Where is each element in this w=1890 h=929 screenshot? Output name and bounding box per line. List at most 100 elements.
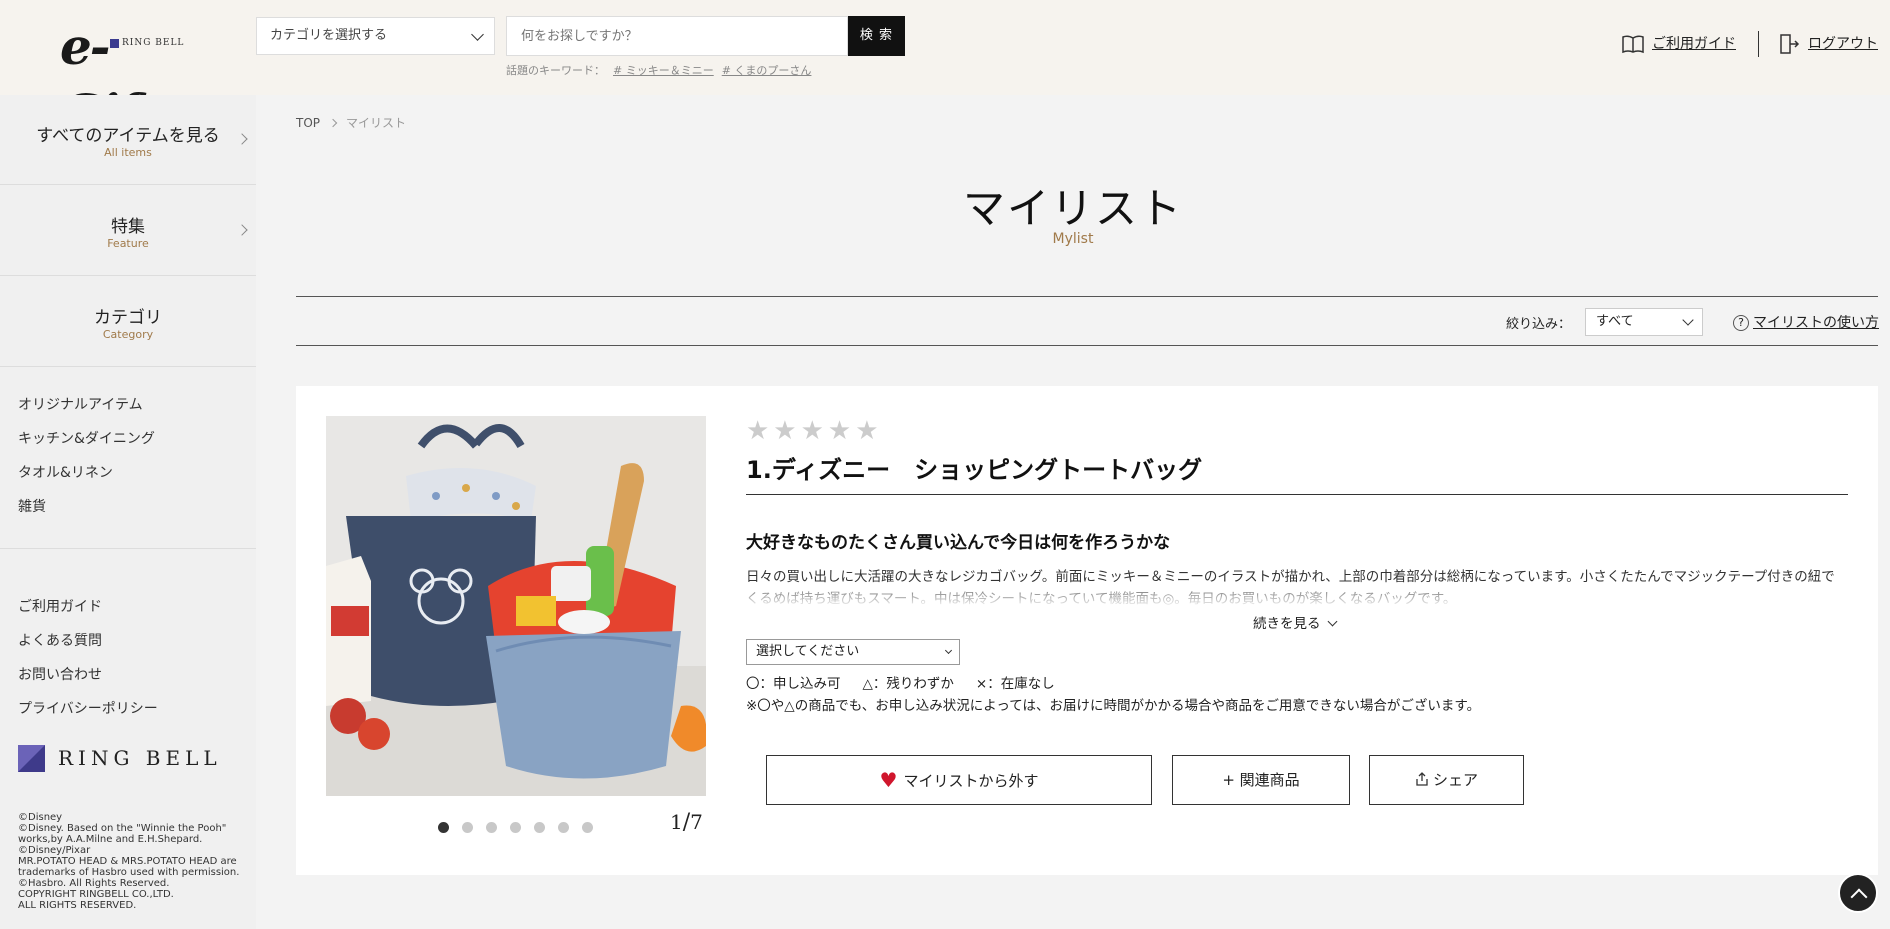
image-counter-total: 7 <box>690 810 703 834</box>
copyright-line: ©Disney. Based on the "Winnie the Pooh" … <box>18 823 227 845</box>
filter-top-divider <box>296 296 1878 297</box>
share-icon <box>1416 772 1428 786</box>
sidebar-item-label: カテゴリ <box>94 308 162 328</box>
product-title: 1.ディズニー ショッピングトートバッグ <box>746 456 1203 484</box>
filter-select[interactable]: すべて <box>1585 308 1703 336</box>
read-more-label: 続きを見る <box>1253 616 1321 632</box>
info-link-privacy[interactable]: プライバシーポリシー <box>18 692 158 726</box>
tote-bag-illustration <box>326 416 706 796</box>
legend-out-of-stock: ×：在庫なし <box>975 676 1055 692</box>
carousel-dot[interactable] <box>558 822 569 833</box>
carousel-dot[interactable] <box>582 822 593 833</box>
chevron-down-icon <box>471 28 484 41</box>
legend-available: 〇：申し込み可 <box>746 676 841 692</box>
logout-link-label: ログアウト <box>1808 36 1878 52</box>
breadcrumb-home[interactable]: TOP <box>296 116 320 130</box>
carousel-dot[interactable] <box>486 822 497 833</box>
keyword-link[interactable]: # くまのプーさん <box>722 64 812 77</box>
ringbell-logo-mark <box>18 745 45 772</box>
filter-bottom-divider <box>296 345 1878 346</box>
sidebar-divider <box>0 548 256 549</box>
trending-keywords: 話題のキーワード： # ミッキー＆ミニー # くまのプーさん <box>506 62 811 78</box>
category-link-towel[interactable]: タオル&リネン <box>18 456 155 490</box>
ringbell-logo-text: RING BELL <box>58 746 222 770</box>
chevron-right-icon <box>328 118 338 128</box>
logo-brand-text: RING BELL <box>122 38 185 48</box>
title-divider <box>746 494 1848 495</box>
search-button[interactable]: 検 索 <box>848 16 905 56</box>
carousel-dot[interactable] <box>534 822 545 833</box>
carousel-dot[interactable] <box>438 822 449 833</box>
mylist-howto-link[interactable]: ? マイリストの使い方 <box>1733 312 1879 332</box>
info-link-guide[interactable]: ご利用ガイド <box>18 590 158 624</box>
search-input[interactable] <box>506 16 848 56</box>
info-link-faq[interactable]: よくある質問 <box>18 624 158 658</box>
category-select[interactable]: カテゴリを選択する <box>256 17 495 55</box>
stock-note: ※〇や△の商品でも、お申し込み状況によっては、お届けに時間がかかる場合や商品をご… <box>746 698 1481 714</box>
carousel-dot[interactable] <box>462 822 473 833</box>
site-header: e-Gift RING BELL カテゴリを選択する 検 索 話題のキーワード：… <box>0 0 1890 142</box>
filter-label: 絞り込み： <box>1506 317 1572 332</box>
category-link-original[interactable]: オリジナルアイテム <box>18 388 155 422</box>
product-catchcopy: 大好きなものたくさん買い込んで今日は何を作ろうかな <box>746 533 1171 553</box>
sidebar-item-sublabel: Feature <box>107 237 149 250</box>
category-link-goods[interactable]: 雑貨 <box>18 490 155 524</box>
breadcrumb-current: マイリスト <box>346 116 407 130</box>
option-select[interactable]: 選択してください <box>746 639 960 665</box>
scroll-to-top-button[interactable] <box>1838 873 1878 913</box>
guide-link[interactable]: ご利用ガイド <box>1622 33 1736 54</box>
egift-logo[interactable]: e-Gift RING BELL <box>60 14 200 142</box>
related-button-label: + 関連商品 <box>1222 771 1300 789</box>
keywords-label: 話題のキーワード： <box>506 64 605 77</box>
howto-label: マイリストの使い方 <box>1753 315 1879 331</box>
ringbell-square-icon <box>110 39 119 48</box>
related-items-button[interactable]: + 関連商品 <box>1172 755 1350 805</box>
guide-link-label: ご利用ガイド <box>1652 36 1736 52</box>
sidebar-item-sublabel: Category <box>102 328 154 341</box>
logout-link[interactable]: ログアウト <box>1778 33 1878 55</box>
product-image[interactable] <box>326 416 706 796</box>
chevron-down-icon <box>1327 616 1337 627</box>
sidebar: すべてのアイテムを見る All items 特集 Feature カテゴリ Ca… <box>0 95 256 929</box>
copyright-line: MR.POTATO HEAD & MRS.POTATO HEAD are tra… <box>18 856 240 889</box>
logout-icon <box>1780 34 1800 54</box>
sidebar-item-sublabel: All items <box>104 146 152 159</box>
copyright-line: ©Disney/Pixar <box>18 845 91 856</box>
image-counter-current: 1 <box>670 810 683 834</box>
heart-icon: ♥ <box>879 768 898 792</box>
sidebar-item-feature[interactable]: 特集 Feature <box>0 186 256 276</box>
info-link-contact[interactable]: お問い合わせ <box>18 658 158 692</box>
info-links: ご利用ガイド よくある質問 お問い合わせ プライバシーポリシー <box>18 590 158 726</box>
read-more-button[interactable]: 続きを見る <box>1253 612 1337 632</box>
chevron-down-icon <box>944 646 953 655</box>
help-icon: ? <box>1733 315 1749 331</box>
sidebar-item-label: 特集 <box>111 217 145 237</box>
copyright-line: ©Disney <box>18 812 63 823</box>
copyright-line: ALL RIGHTS RESERVED. <box>18 900 137 911</box>
remove-from-mylist-button[interactable]: ♥ マイリストから外す <box>766 755 1152 805</box>
description-fade <box>746 582 1848 608</box>
page-subtitle: Mylist <box>1052 231 1094 247</box>
header-divider <box>1758 31 1759 57</box>
image-counter: 1/7 <box>670 810 703 835</box>
keyword-link[interactable]: # ミッキー＆ミニー <box>613 64 714 77</box>
sidebar-item-category: カテゴリ Category <box>0 277 256 367</box>
page-title: マイリスト <box>962 184 1183 233</box>
carousel-dot[interactable] <box>510 822 521 833</box>
book-icon <box>1622 35 1644 54</box>
remove-button-label: マイリストから外す <box>903 772 1039 790</box>
chevron-up-icon <box>1850 888 1868 906</box>
category-select-value: カテゴリを選択する <box>270 28 388 43</box>
stock-legend: 〇：申し込み可 △：残りわずか ×：在庫なし <box>746 672 1077 692</box>
category-list: オリジナルアイテム キッチン&ダイニング タオル&リネン 雑貨 <box>18 388 155 524</box>
category-link-kitchen[interactable]: キッチン&ダイニング <box>18 422 155 456</box>
share-button[interactable]: シェア <box>1369 755 1524 805</box>
share-button-label: シェア <box>1432 771 1478 789</box>
mylist-item-card: 1/7 ★★★★★ 1.ディズニー ショッピングトートバッグ 大好きなものたくさ… <box>296 386 1878 875</box>
rating-stars[interactable]: ★★★★★ <box>746 416 883 446</box>
option-select-value: 選択してください <box>756 644 860 659</box>
breadcrumb: TOP マイリスト <box>296 114 406 131</box>
legend-few-left: △：残りわずか <box>862 676 954 692</box>
sidebar-item-all-items[interactable]: すべてのアイテムを見る All items <box>0 95 256 185</box>
copyright: ©Disney ©Disney. Based on the "Winnie th… <box>18 812 250 911</box>
